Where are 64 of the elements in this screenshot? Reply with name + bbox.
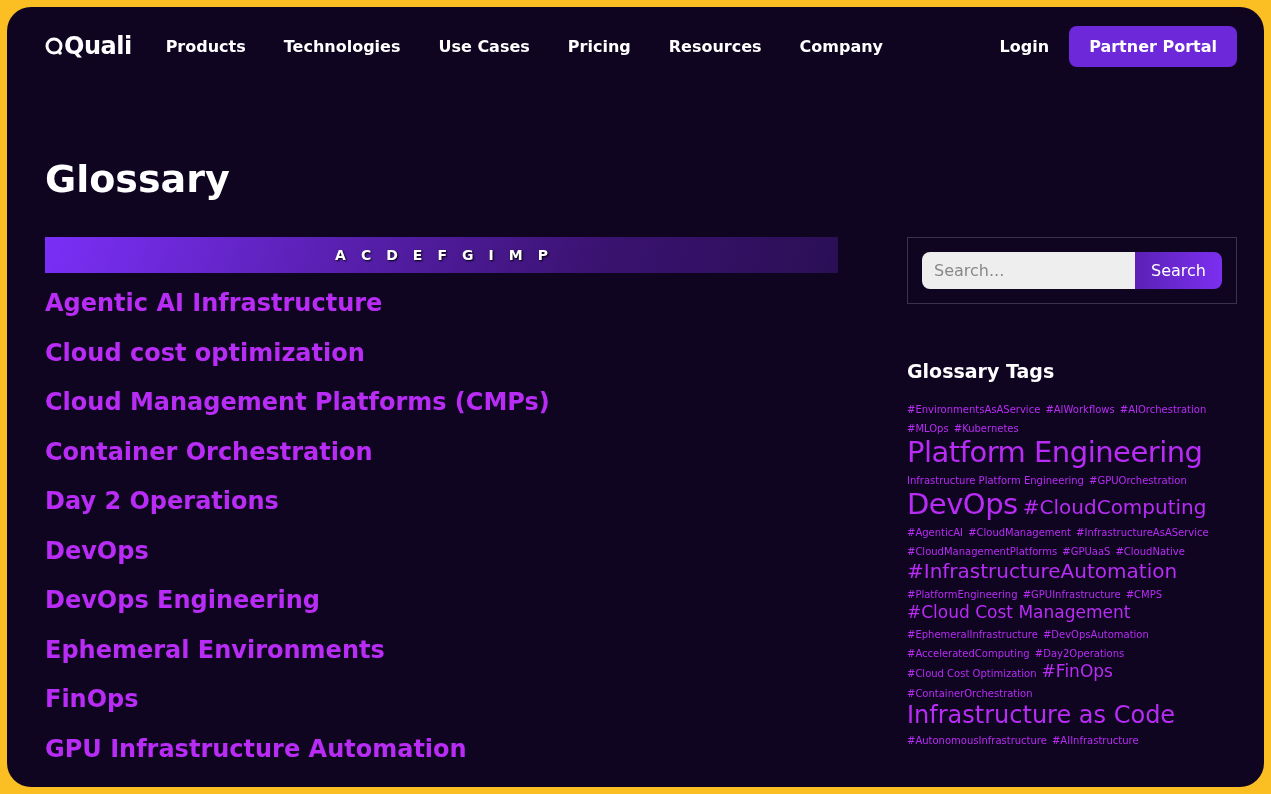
tag-link[interactable]: #InfrastructureAutomation [907, 561, 1178, 581]
tag-link[interactable]: #AIInfrastructure [1052, 736, 1139, 746]
tag-link[interactable]: #EphemeralInfrastructure [907, 630, 1038, 640]
tag-link[interactable]: #CloudManagement [968, 528, 1071, 538]
tag-link[interactable]: #CloudNative [1115, 547, 1185, 557]
search-field[interactable]: Search... [922, 252, 1136, 289]
tag-link[interactable]: #AIOrchestration [1119, 405, 1207, 415]
logo-icon[interactable] [45, 37, 63, 55]
tag-link[interactable]: Infrastructure Platform Engineering [907, 476, 1084, 486]
tag-link[interactable]: #EnvironmentsAsAService [907, 405, 1041, 415]
tag-link[interactable]: #PlatformEngineering [907, 590, 1018, 600]
tag-link[interactable]: #DevOpsAutomation [1042, 630, 1149, 640]
glossary-term-link[interactable]: GPU Infrastructure Automation [45, 724, 467, 774]
tag-link[interactable]: #AIWorkflows [1045, 405, 1115, 415]
nav-link[interactable]: Technologies [275, 36, 409, 56]
page-title: Glossary [45, 157, 231, 201]
section-heading: Glossary Tags [907, 360, 1056, 382]
tag-link[interactable]: Platform Engineering [907, 438, 1203, 467]
tag-link[interactable]: Infrastructure as Code [907, 703, 1176, 727]
login-link[interactable]: Login [999, 36, 1050, 56]
glossary-term-link[interactable]: Ephemeral Environments [45, 625, 385, 675]
glossary-term-link[interactable]: DevOps [45, 526, 149, 576]
glossary-term-link[interactable]: Agentic AI Infrastructure [45, 279, 383, 329]
tag-link[interactable]: #CloudManagementPlatforms [907, 547, 1058, 557]
tag-link[interactable]: #ContainerOrchestration [907, 689, 1033, 699]
tag-link[interactable]: #InfrastructureAsAService [1076, 528, 1209, 538]
nav-link[interactable]: Products [157, 36, 254, 56]
letter-link[interactable]: P [537, 247, 548, 263]
letter-link[interactable]: M [508, 247, 523, 263]
tag-link[interactable]: #GPUOrchestration [1089, 476, 1187, 486]
tag-link[interactable]: #CMPS [1125, 590, 1163, 600]
glossary-term-link[interactable]: Cloud Management Platforms (CMPs) [45, 378, 550, 428]
tag-link[interactable]: #Cloud Cost Management [907, 604, 1131, 621]
letter-link[interactable]: D [386, 247, 398, 263]
tag-link[interactable]: #MLOps [907, 424, 949, 434]
tag-link[interactable]: #Cloud Cost Optimization [907, 669, 1037, 679]
search-button[interactable]: Search [1135, 252, 1222, 289]
tag-link[interactable]: #GPUInfrastructure [1022, 590, 1121, 600]
tag-link[interactable]: #AcceleratedComputing [907, 649, 1030, 659]
logo-text[interactable]: Quali [64, 32, 132, 60]
nav-link[interactable]: Company [791, 36, 892, 56]
letter-link[interactable]: I [488, 247, 494, 263]
glossary-term-link[interactable]: Cloud cost optimization [45, 328, 365, 378]
nav-link[interactable]: Pricing [559, 36, 639, 56]
tag-link[interactable]: #GPUaaS [1062, 547, 1111, 557]
tag-link[interactable]: #Kubernetes [953, 424, 1019, 434]
glossary-term-link[interactable]: Day 2 Operations [45, 477, 279, 527]
glossary-term-link[interactable]: FinOps [45, 675, 139, 725]
tag-link[interactable]: #FinOps [1041, 663, 1113, 680]
letter-link[interactable]: A [335, 247, 346, 263]
letter-link[interactable]: C [360, 247, 372, 263]
letter-link[interactable]: F [437, 247, 447, 263]
tag-link[interactable]: #Day2Operations [1034, 649, 1125, 659]
tag-link[interactable]: #CloudComputing [1022, 497, 1207, 517]
nav-link[interactable]: Resources [660, 36, 770, 56]
tag-link[interactable]: DevOps [907, 490, 1018, 519]
letter-link[interactable]: E [412, 247, 423, 263]
tag-link[interactable]: #AgenticAI [907, 528, 964, 538]
glossary-term-link[interactable]: Container Orchestration [45, 427, 373, 477]
partner-portal-button[interactable]: Partner Portal [1069, 25, 1237, 67]
tag-link[interactable]: #AutonomousInfrastructure [907, 736, 1047, 746]
nav-link[interactable]: Use Cases [430, 36, 538, 56]
letter-link[interactable]: G [462, 247, 474, 263]
glossary-term-link[interactable]: DevOps Engineering [45, 576, 320, 626]
